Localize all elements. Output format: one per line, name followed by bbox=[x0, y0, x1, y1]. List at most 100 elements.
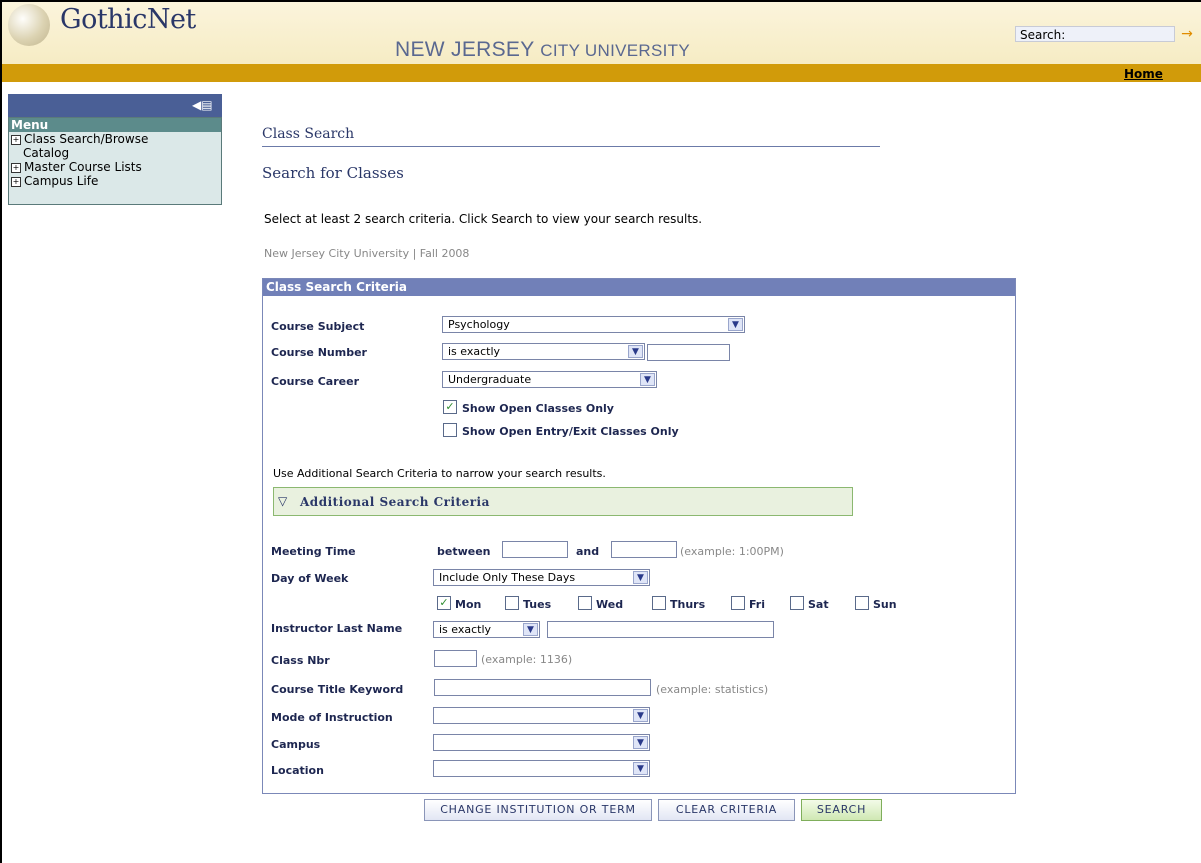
home-link[interactable]: Home bbox=[1124, 67, 1163, 81]
day-wed-label: Wed bbox=[596, 598, 624, 611]
additional-criteria-header: Additional Search Criteria bbox=[300, 495, 490, 509]
sidebar-item-master-course[interactable]: + Master Course Lists bbox=[9, 160, 221, 174]
day-tues-label: Tues bbox=[523, 598, 552, 611]
chevron-down-icon[interactable]: ▼ bbox=[523, 623, 538, 636]
course-subject-label: Course Subject bbox=[271, 320, 365, 333]
course-number-operator-value: is exactly bbox=[448, 345, 501, 358]
sidebar-menu: Menu + Class Search/Browse Catalog + Maste… bbox=[8, 117, 222, 205]
day-of-week-label: Day of Week bbox=[271, 572, 349, 585]
course-career-label: Course Career bbox=[271, 375, 359, 388]
chevron-down-icon[interactable]: ▼ bbox=[633, 736, 648, 749]
class-nbr-input[interactable] bbox=[434, 650, 477, 667]
show-open-checkbox[interactable]: ✓ bbox=[443, 400, 457, 414]
and-label: and bbox=[576, 545, 600, 558]
day-of-week-select[interactable]: Include Only These Days ▼ bbox=[433, 569, 650, 586]
day-mon-label: Mon bbox=[455, 598, 482, 611]
check-icon: ✓ bbox=[439, 596, 449, 609]
sidebar-item-campus-life[interactable]: + Campus Life bbox=[9, 174, 221, 188]
section-title: Search for Classes bbox=[262, 164, 404, 182]
day-mon-checkbox[interactable]: ✓ bbox=[437, 596, 451, 610]
day-fri-label: Fri bbox=[749, 598, 766, 611]
university-name: NEW JERSEY CITY UNIVERSITY bbox=[395, 38, 690, 62]
change-institution-button[interactable]: CHANGE INSTITUTION OR TERM bbox=[424, 799, 652, 821]
day-fri-checkbox[interactable] bbox=[731, 596, 745, 610]
window-frame-left bbox=[0, 0, 2, 863]
course-career-value: Undergraduate bbox=[448, 373, 532, 386]
sidebar-item-class-search[interactable]: + Class Search/Browse Catalog bbox=[9, 132, 221, 160]
chevron-down-icon[interactable]: ▼ bbox=[728, 318, 743, 331]
additional-criteria-toggle[interactable]: ▽ Additional Search Criteria bbox=[273, 487, 853, 516]
chevron-down-icon[interactable]: ▼ bbox=[628, 345, 643, 358]
title-keyword-label: Course Title Keyword bbox=[271, 683, 404, 696]
arrow-right-icon[interactable]: → bbox=[1178, 26, 1196, 42]
course-subject-select[interactable]: Psychology ▼ bbox=[442, 316, 745, 333]
course-career-select[interactable]: Undergraduate ▼ bbox=[442, 371, 657, 388]
course-number-label: Course Number bbox=[271, 346, 367, 359]
meeting-time-start-input[interactable] bbox=[502, 541, 568, 558]
title-keyword-example: (example: statistics) bbox=[656, 683, 769, 696]
instructor-label: Instructor Last Name bbox=[271, 622, 403, 635]
chevron-down-icon[interactable]: ▼ bbox=[633, 762, 648, 775]
sidebar-item-label: Campus Life bbox=[24, 174, 99, 188]
check-icon: ✓ bbox=[445, 400, 455, 413]
sidebar-item-label: Master Course Lists bbox=[24, 160, 142, 174]
university-small: CITY UNIVERSITY bbox=[540, 41, 690, 60]
day-sat-checkbox[interactable] bbox=[790, 596, 804, 610]
day-sun-label: Sun bbox=[873, 598, 897, 611]
plus-box-icon[interactable]: + bbox=[11, 162, 21, 173]
mode-select[interactable]: ▼ bbox=[433, 707, 650, 724]
show-open-entry-checkbox[interactable] bbox=[443, 423, 457, 437]
logo-globe-icon bbox=[8, 4, 50, 46]
clear-criteria-button[interactable]: CLEAR CRITERIA bbox=[658, 799, 795, 821]
institution-term: New Jersey City University | Fall 2008 bbox=[264, 247, 470, 260]
search-input[interactable]: Search: bbox=[1015, 26, 1175, 42]
day-wed-checkbox[interactable] bbox=[578, 596, 592, 610]
collapse-menu-icon[interactable]: ◀▤ bbox=[192, 97, 213, 113]
meeting-time-end-input[interactable] bbox=[611, 541, 677, 558]
location-select[interactable]: ▼ bbox=[433, 760, 650, 777]
sidebar-item-label-cont: Catalog bbox=[23, 146, 70, 160]
day-of-week-value: Include Only These Days bbox=[439, 571, 576, 584]
instructor-operator-select[interactable]: is exactly ▼ bbox=[433, 621, 540, 638]
plus-box-icon[interactable]: + bbox=[11, 176, 21, 187]
mode-label: Mode of Instruction bbox=[271, 711, 393, 724]
search-button[interactable]: SEARCH bbox=[801, 799, 882, 821]
menu-title: Menu bbox=[9, 118, 221, 132]
additional-note: Use Additional Search Criteria to narrow… bbox=[273, 467, 606, 480]
course-number-input[interactable] bbox=[647, 344, 730, 361]
chevron-down-icon[interactable]: ▼ bbox=[633, 709, 648, 722]
time-example: (example: 1:00PM) bbox=[680, 545, 784, 558]
sidebar-header: ◀▤ bbox=[8, 94, 222, 117]
show-open-entry-label: Show Open Entry/Exit Classes Only bbox=[462, 425, 679, 438]
title-divider bbox=[262, 146, 880, 147]
course-number-operator-select[interactable]: is exactly ▼ bbox=[442, 343, 645, 360]
day-sat-label: Sat bbox=[808, 598, 829, 611]
triangle-down-icon: ▽ bbox=[278, 494, 288, 508]
between-label: between bbox=[437, 545, 491, 558]
location-label: Location bbox=[271, 764, 324, 777]
day-thurs-label: Thurs bbox=[670, 598, 706, 611]
chevron-down-icon[interactable]: ▼ bbox=[633, 571, 648, 584]
instructor-operator-value: is exactly bbox=[439, 623, 492, 636]
class-nbr-example: (example: 1136) bbox=[481, 653, 573, 666]
logo: GothicNet bbox=[60, 4, 196, 35]
header: GothicNet NEW JERSEY CITY UNIVERSITY Sea… bbox=[2, 2, 1201, 64]
day-thurs-checkbox[interactable] bbox=[652, 596, 666, 610]
campus-select[interactable]: ▼ bbox=[433, 734, 650, 751]
meeting-time-label: Meeting Time bbox=[271, 545, 356, 558]
day-sun-checkbox[interactable] bbox=[855, 596, 869, 610]
instructions: Select at least 2 search criteria. Click… bbox=[264, 212, 703, 226]
chevron-down-icon[interactable]: ▼ bbox=[640, 373, 655, 386]
title-keyword-input[interactable] bbox=[434, 679, 651, 696]
criteria-header: Class Search Criteria bbox=[263, 279, 1015, 296]
class-nbr-label: Class Nbr bbox=[271, 654, 330, 667]
sidebar-item-label: Class Search/Browse bbox=[24, 132, 149, 146]
campus-label: Campus bbox=[271, 738, 321, 751]
day-tues-checkbox[interactable] bbox=[505, 596, 519, 610]
show-open-label: Show Open Classes Only bbox=[462, 402, 614, 415]
nav-bar bbox=[2, 64, 1201, 82]
instructor-input[interactable] bbox=[547, 621, 774, 638]
plus-box-icon[interactable]: + bbox=[11, 134, 21, 145]
page-title: Class Search bbox=[262, 126, 355, 142]
course-subject-value: Psychology bbox=[448, 318, 510, 331]
